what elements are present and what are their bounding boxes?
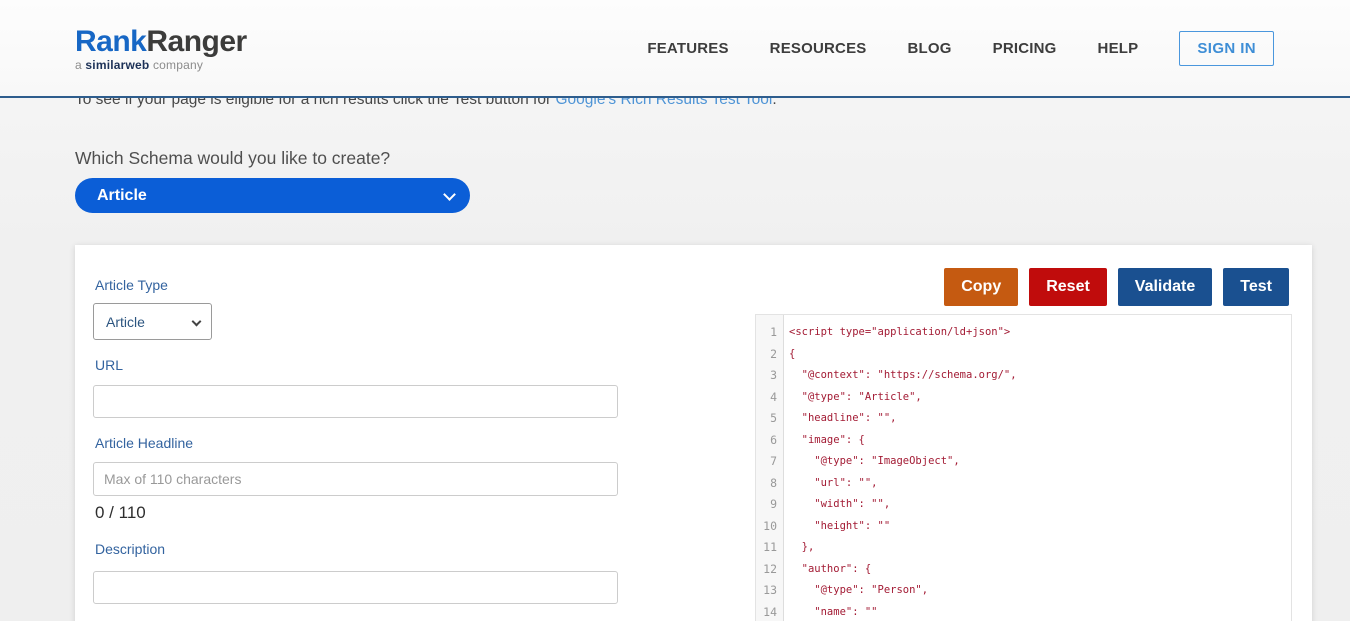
code-line: 2{ xyxy=(756,344,1291,366)
line-number: 6 xyxy=(770,432,777,447)
page: To see if your page is eligible for a ri… xyxy=(0,0,1350,621)
toolbar: Copy Reset Validate Test xyxy=(944,268,1289,306)
headline-input[interactable] xyxy=(93,462,618,496)
code-text: "name": "" xyxy=(789,605,878,618)
headline-label: Article Headline xyxy=(95,435,194,451)
code-text: "@type": "Person", xyxy=(789,584,929,596)
tagline-suffix: company xyxy=(149,58,204,72)
line-number: 4 xyxy=(770,389,777,404)
code-text: "width": "", xyxy=(789,498,891,510)
code-line: 3 "@context": "https://schema.org/", xyxy=(756,365,1291,387)
schema-generator-card: Copy Reset Validate Test Article Type Ar… xyxy=(75,245,1312,621)
nav-item-resources[interactable]: RESOURCES xyxy=(770,40,867,57)
logo-wordmark: RankRanger xyxy=(75,26,247,58)
code-line: 10 "height": "" xyxy=(756,516,1291,538)
reset-button[interactable]: Reset xyxy=(1029,268,1107,306)
code-line: 9 "width": "", xyxy=(756,494,1291,516)
code-line: 8 "url": "", xyxy=(756,473,1291,495)
code-line: 12 "author": { xyxy=(756,559,1291,581)
code-text: }, xyxy=(789,541,815,553)
site-header: RankRanger a similarweb company FEATURES… xyxy=(0,0,1350,98)
description-input[interactable] xyxy=(93,571,618,604)
tagline-brand: similarweb xyxy=(85,58,150,72)
code-text: "author": { xyxy=(789,562,872,575)
code-line: 13 "@type": "Person", xyxy=(756,580,1291,602)
line-number: 1 xyxy=(770,325,777,339)
schema-select-value: Article xyxy=(97,186,147,204)
code-text: "height": "" xyxy=(789,519,891,532)
code-text: "headline": "", xyxy=(789,412,897,424)
article-type-select-value: Article xyxy=(106,313,145,330)
code-line: 1 <script type="application/ld+json"> xyxy=(756,322,1291,344)
line-number: 7 xyxy=(770,454,777,468)
line-number: 14 xyxy=(763,604,777,619)
nav-item-blog[interactable]: BLOG xyxy=(908,40,952,57)
schema-select[interactable]: Article xyxy=(75,178,470,213)
code-text: "@type": "ImageObject", xyxy=(789,455,960,467)
code-line: 6 "image": { xyxy=(756,430,1291,452)
line-number: 11 xyxy=(763,540,777,554)
code-text: { xyxy=(789,347,796,360)
line-number: 3 xyxy=(770,368,777,382)
logo-ranger-text: Ranger xyxy=(146,25,247,58)
description-label: Description xyxy=(95,541,166,557)
tagline-prefix: a xyxy=(75,58,86,72)
url-input[interactable] xyxy=(93,385,618,418)
sign-in-button[interactable]: SIGN IN xyxy=(1179,30,1274,66)
line-number: 5 xyxy=(770,411,777,425)
code-line: 11 }, xyxy=(756,537,1291,559)
line-number: 9 xyxy=(770,497,777,511)
json-ld-code-editor[interactable]: 1 <script type="application/ld+json"> 2{ … xyxy=(755,314,1292,621)
chevron-down-icon xyxy=(443,188,456,201)
chevron-down-icon xyxy=(191,316,202,327)
code-text: "image": { xyxy=(789,433,865,446)
code-text: "@context": "https://schema.org/", xyxy=(789,369,1017,381)
copy-button[interactable]: Copy xyxy=(944,268,1019,306)
test-button[interactable]: Test xyxy=(1223,268,1289,306)
code-line: 14 "name": "" xyxy=(756,602,1291,621)
rankranger-logo[interactable]: RankRanger a similarweb company xyxy=(75,26,247,73)
code-text: "@type": "Article", xyxy=(789,390,922,403)
line-number: 8 xyxy=(770,475,777,490)
schema-question: Which Schema would you like to create? xyxy=(75,148,391,168)
logo-rank-text: Rank xyxy=(75,25,147,58)
code-line: 5 "headline": "", xyxy=(756,408,1291,430)
nav-item-help[interactable]: HELP xyxy=(1098,40,1139,57)
nav-item-features[interactable]: FEATURES xyxy=(647,40,728,57)
line-number: 13 xyxy=(763,583,777,597)
headline-char-counter: 0 / 110 xyxy=(95,503,146,522)
code-line: 7 "@type": "ImageObject", xyxy=(756,451,1291,473)
code-text: <script type="application/ld+json"> xyxy=(789,326,1011,338)
url-label: URL xyxy=(95,357,124,373)
line-number: 10 xyxy=(763,518,777,533)
line-number: 2 xyxy=(770,346,777,361)
article-type-label: Article Type xyxy=(95,277,168,293)
nav-item-pricing[interactable]: PRICING xyxy=(993,40,1057,57)
logo-tagline: a similarweb company xyxy=(75,58,247,72)
article-type-select[interactable]: Article xyxy=(93,303,212,340)
code-text: "url": "", xyxy=(789,476,878,489)
code-line: 4 "@type": "Article", xyxy=(756,387,1291,409)
editor-content[interactable]: 1 <script type="application/ld+json"> 2{ … xyxy=(756,315,1291,621)
line-number: 12 xyxy=(763,561,777,576)
main-nav: FEATURES RESOURCES BLOG PRICING HELP SIG… xyxy=(647,0,1274,96)
validate-button[interactable]: Validate xyxy=(1117,268,1213,306)
